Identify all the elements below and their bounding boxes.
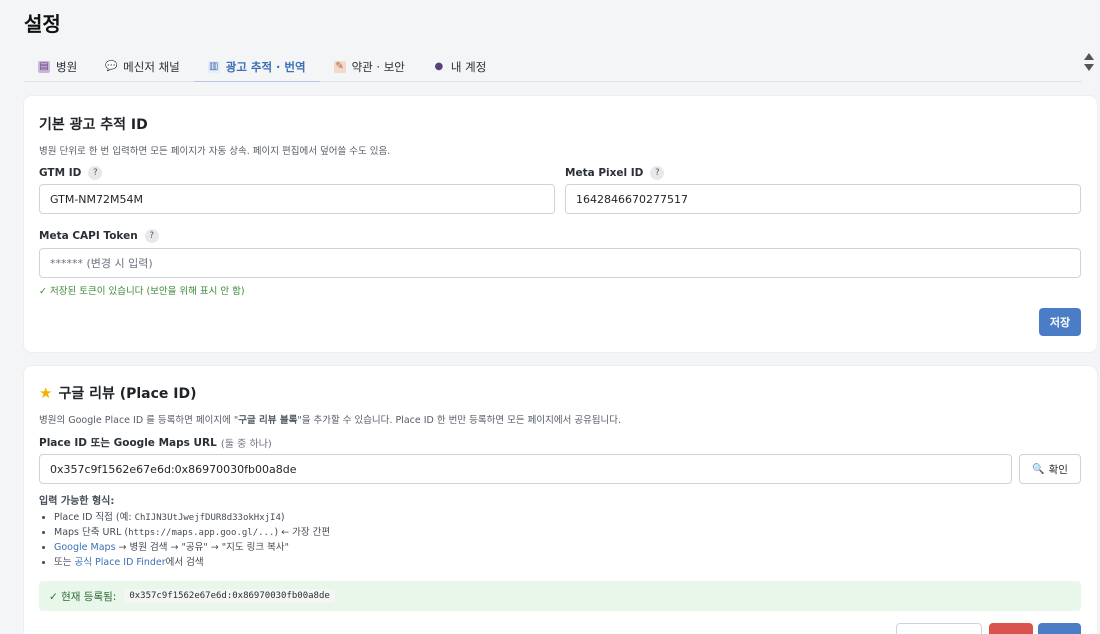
meta-pixel-id-field[interactable]: 1642846670277517 xyxy=(565,184,1081,214)
google-review-title-text: 구글 리뷰 (Place ID) xyxy=(58,386,197,402)
ad-tracking-description: 병원 단위로 한 번 입력하면 모든 페이지가 자동 상속. 페이지 편집에서 … xyxy=(39,146,391,157)
tab-label: 광고 추적 · 번역 xyxy=(225,59,306,74)
google-review-title: ★ 구글 리뷰 (Place ID) xyxy=(39,383,197,403)
confirm-label: 확인 xyxy=(1048,463,1068,476)
chart-icon: ▥ xyxy=(207,60,220,73)
desc-part: 병원의 Google Place ID 를 등록하면 페이지에 " xyxy=(39,415,239,426)
scroll-up-icon[interactable] xyxy=(1084,53,1094,60)
gtm-label-text: GTM ID xyxy=(39,167,82,179)
delete-button[interactable] xyxy=(989,623,1033,634)
current-value: 0x357c9f1562e67e6d:0x86970030fb00a8de xyxy=(124,589,335,603)
list-item: Google Maps → 병원 검색 → "공유" → "지도 링크 복사" xyxy=(54,540,330,555)
help-icon[interactable]: ? xyxy=(144,229,159,243)
tab-scroll-control[interactable] xyxy=(1082,52,1096,78)
document-icon: ✎ xyxy=(333,61,346,73)
star-icon: ★ xyxy=(39,384,53,402)
desc-bold: 구글 리뷰 블록 xyxy=(238,415,298,426)
meta-capi-label: Meta CAPI Token ? xyxy=(39,229,159,243)
tab-label: 약관 · 보안 xyxy=(351,60,405,74)
tab-messenger[interactable]: 💬 메신저 채널 xyxy=(91,52,194,82)
saved-token-hint: ✓ 저장된 토큰이 있습니다 (보안을 위해 표시 안 함) xyxy=(39,286,245,297)
formats-title: 입력 가능한 형식: xyxy=(39,496,115,507)
current-label: ✓ 현재 등록됨: xyxy=(49,590,117,603)
meta-capi-token-field[interactable]: ****** (변경 시 입력) xyxy=(39,248,1081,278)
list-item: Maps 단축 URL (https://maps.app.goo.gl/...… xyxy=(54,525,330,540)
scroll-down-icon[interactable] xyxy=(1084,64,1094,71)
help-icon[interactable]: ? xyxy=(88,166,103,180)
save-button[interactable]: 저장 xyxy=(1039,308,1081,336)
help-icon[interactable]: ? xyxy=(650,166,665,180)
tab-hospital[interactable]: ▤ 병원 xyxy=(24,52,91,82)
list-item: Place ID 직접 (예: ChIJN3UtJwejfDUR8d33okHx… xyxy=(54,510,330,525)
place-id-label-note: (둘 중 하나) xyxy=(220,439,272,450)
tab-terms[interactable]: ✎ 약관 · 보안 xyxy=(320,52,419,82)
current-registered-banner: ✓ 현재 등록됨: 0x357c9f1562e67e6d:0x86970030f… xyxy=(39,581,1081,611)
confirm-button[interactable]: 🔍 확인 xyxy=(1019,454,1081,484)
meta-pixel-label: Meta Pixel ID ? xyxy=(565,166,665,180)
google-maps-link[interactable]: Google Maps xyxy=(54,542,116,553)
tab-label: 메신저 채널 xyxy=(123,60,180,74)
page-title: 설정 xyxy=(24,12,61,36)
gtm-id-field[interactable]: GTM-NM72M54M xyxy=(39,184,555,214)
google-review-card: ★ 구글 리뷰 (Place ID) 병원의 Google Place ID 를… xyxy=(24,366,1097,634)
save-place-button[interactable] xyxy=(1038,623,1081,634)
gtm-label: GTM ID ? xyxy=(39,166,103,180)
place-id-label: Place ID 또는 Google Maps URL (둘 중 하나) xyxy=(39,435,272,450)
google-review-description: 병원의 Google Place ID 를 등록하면 페이지에 "구글 리뷰 블… xyxy=(39,412,621,426)
tab-ad-tracking[interactable]: ▥ 광고 추적 · 번역 xyxy=(193,52,320,82)
place-id-label-text: Place ID 또는 Google Maps URL xyxy=(39,437,217,449)
formats-list: Place ID 직접 (예: ChIJN3UtJwejfDUR8d33okHx… xyxy=(54,510,330,570)
list-item: 또는 공식 Place ID Finder에서 검색 xyxy=(54,555,330,570)
meta-capi-label-text: Meta CAPI Token xyxy=(39,230,138,242)
meta-pixel-label-text: Meta Pixel ID xyxy=(565,167,644,179)
ad-tracking-title: 기본 광고 추적 ID xyxy=(39,117,148,133)
tab-label: 병원 xyxy=(56,60,78,74)
place-id-finder-link[interactable]: 공식 Place ID Finder xyxy=(75,557,166,568)
search-icon: 🔍 xyxy=(1032,463,1045,475)
hospital-icon: ▤ xyxy=(38,61,50,73)
user-icon: ● xyxy=(434,61,444,72)
desc-part: "을 추가할 수 있습니다. Place ID 한 번만 등록하면 모든 페이지… xyxy=(297,415,622,426)
secondary-button[interactable] xyxy=(896,623,982,634)
tab-label: 내 계정 xyxy=(450,60,487,74)
tab-account[interactable]: ● 내 계정 xyxy=(419,52,500,82)
ad-tracking-card: 기본 광고 추적 ID 병원 단위로 한 번 입력하면 모든 페이지가 자동 상… xyxy=(24,96,1097,352)
place-id-field[interactable]: 0x357c9f1562e67e6d:0x86970030fb00a8de xyxy=(39,454,1012,484)
chat-icon: 💬 xyxy=(105,61,118,72)
settings-tabs: ▤ 병원 💬 메신저 채널 ▥ 광고 추적 · 번역 ✎ 약관 · 보안 ● 내… xyxy=(24,52,1082,82)
